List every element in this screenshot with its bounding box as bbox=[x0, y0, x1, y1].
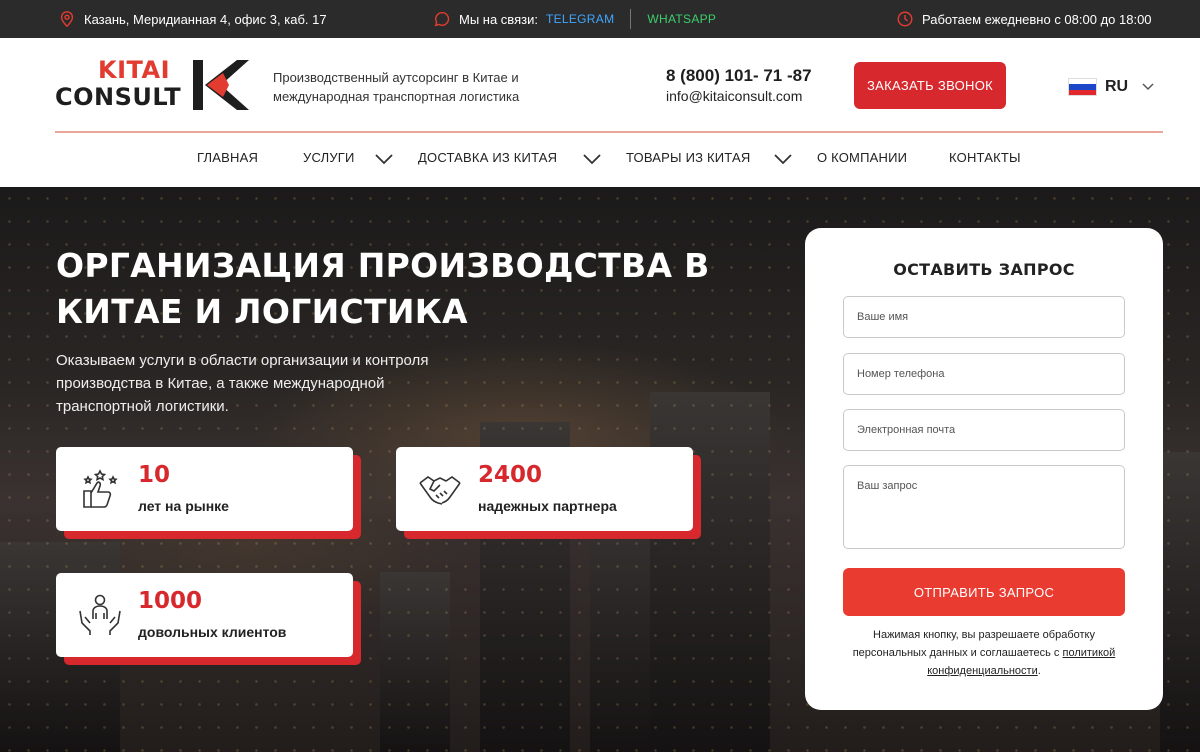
stat-value: 10 bbox=[138, 462, 171, 488]
logo-text-consult: CONSULT bbox=[55, 83, 182, 111]
clock-icon bbox=[897, 11, 913, 27]
happy-client-icon bbox=[79, 594, 121, 635]
stat-label: надежных партнера bbox=[478, 498, 617, 514]
tagline: Производственный аутсорсинг в Китае и ме… bbox=[273, 70, 520, 104]
language-selector[interactable]: RU bbox=[1068, 78, 1154, 96]
whatsapp-link[interactable]: WHATSAPP bbox=[647, 12, 716, 26]
stat-label: довольных клиентов bbox=[138, 624, 287, 640]
stat-card: 1000 довольных клиентов bbox=[56, 573, 353, 657]
stat-label: лет на рынке bbox=[138, 498, 229, 514]
top-bar: Казань, Меридианная 4, офис 3, каб. 17 М… bbox=[0, 0, 1200, 38]
hours-block: Работаем ежедневно с 08:00 до 18:00 bbox=[896, 0, 1152, 38]
hero-title: ОРГАНИЗАЦИЯ ПРОИЗВОДСТВА В КИТАЕ И ЛОГИС… bbox=[56, 246, 710, 331]
nav-item-services[interactable]: УСЛУГИ bbox=[303, 150, 355, 165]
divider bbox=[630, 9, 632, 29]
thumbs-up-stars-icon bbox=[83, 469, 118, 508]
chevron-down-icon bbox=[1142, 83, 1154, 91]
request-textarea[interactable] bbox=[843, 465, 1125, 549]
telegram-link[interactable]: TELEGRAM bbox=[546, 12, 614, 26]
phone-input[interactable] bbox=[843, 353, 1125, 395]
nav-item-home[interactable]: ГЛАВНАЯ bbox=[197, 150, 258, 165]
privacy-note: Нажимая кнопку, вы разрешаете обработку … bbox=[843, 626, 1125, 680]
nav-item-about[interactable]: О КОМПАНИИ bbox=[817, 150, 907, 165]
name-input[interactable] bbox=[843, 296, 1125, 338]
logo-text-kitai: KITAI bbox=[98, 56, 171, 84]
stat-value: 1000 bbox=[138, 588, 203, 614]
email-link[interactable]: info@kitaiconsult.com bbox=[666, 88, 802, 104]
submit-request-button[interactable]: ОТПРАВИТЬ ЗАПРОС bbox=[843, 568, 1125, 616]
handshake-icon bbox=[419, 476, 461, 505]
order-call-button[interactable]: ЗАКАЗАТЬ ЗВОНОК bbox=[854, 62, 1006, 109]
request-form: ОСТАВИТЬ ЗАПРОС ОТПРАВИТЬ ЗАПРОС Нажимая… bbox=[805, 228, 1163, 710]
phone-number[interactable]: 8 (800) 101- 71 -87 bbox=[666, 66, 812, 86]
contacts-block: Мы на связи: TELEGRAM WHATSAPP bbox=[433, 0, 716, 38]
address-block: Казань, Меридианная 4, офис 3, каб. 17 bbox=[58, 0, 327, 38]
hours-text: Работаем ежедневно с 08:00 до 18:00 bbox=[922, 11, 1152, 27]
logo[interactable]: KITAI CONSULT bbox=[55, 56, 250, 114]
address-text: Казань, Меридианная 4, офис 3, каб. 17 bbox=[84, 11, 327, 27]
nav-item-goods[interactable]: ТОВАРЫ ИЗ КИТАЯ bbox=[626, 150, 750, 165]
stat-card: 10 лет на рынке bbox=[56, 447, 353, 531]
hero-subtitle: Оказываем услуги в области организации и… bbox=[56, 352, 429, 415]
russia-flag-icon bbox=[1068, 78, 1097, 96]
main-nav: ГЛАВНАЯ УСЛУГИ ДОСТАВКА ИЗ КИТАЯ ТОВАРЫ … bbox=[0, 150, 1200, 174]
logo-k-mark-icon bbox=[193, 60, 249, 110]
nav-item-delivery[interactable]: ДОСТАВКА ИЗ КИТАЯ bbox=[418, 150, 557, 165]
stat-value: 2400 bbox=[478, 462, 543, 488]
privacy-note-end: . bbox=[1037, 665, 1041, 677]
contact-label: Мы на связи: bbox=[459, 11, 538, 27]
chat-bubble-icon bbox=[434, 11, 450, 27]
stat-card: 2400 надежных партнера bbox=[396, 447, 693, 531]
privacy-note-text: Нажимая кнопку, вы разрешаете обработку … bbox=[852, 629, 1095, 659]
chevron-down-icon[interactable] bbox=[774, 154, 792, 165]
location-pin-icon bbox=[60, 11, 74, 28]
chevron-down-icon[interactable] bbox=[375, 154, 393, 165]
header-divider bbox=[55, 131, 1163, 133]
form-title: ОСТАВИТЬ ЗАПРОС bbox=[893, 260, 1075, 279]
nav-item-contacts[interactable]: КОНТАКТЫ bbox=[949, 150, 1021, 165]
language-label: RU bbox=[1105, 78, 1129, 95]
chevron-down-icon[interactable] bbox=[583, 154, 601, 165]
header: KITAI CONSULT Производственный аутсорсин… bbox=[0, 38, 1200, 187]
email-input[interactable] bbox=[843, 409, 1125, 451]
